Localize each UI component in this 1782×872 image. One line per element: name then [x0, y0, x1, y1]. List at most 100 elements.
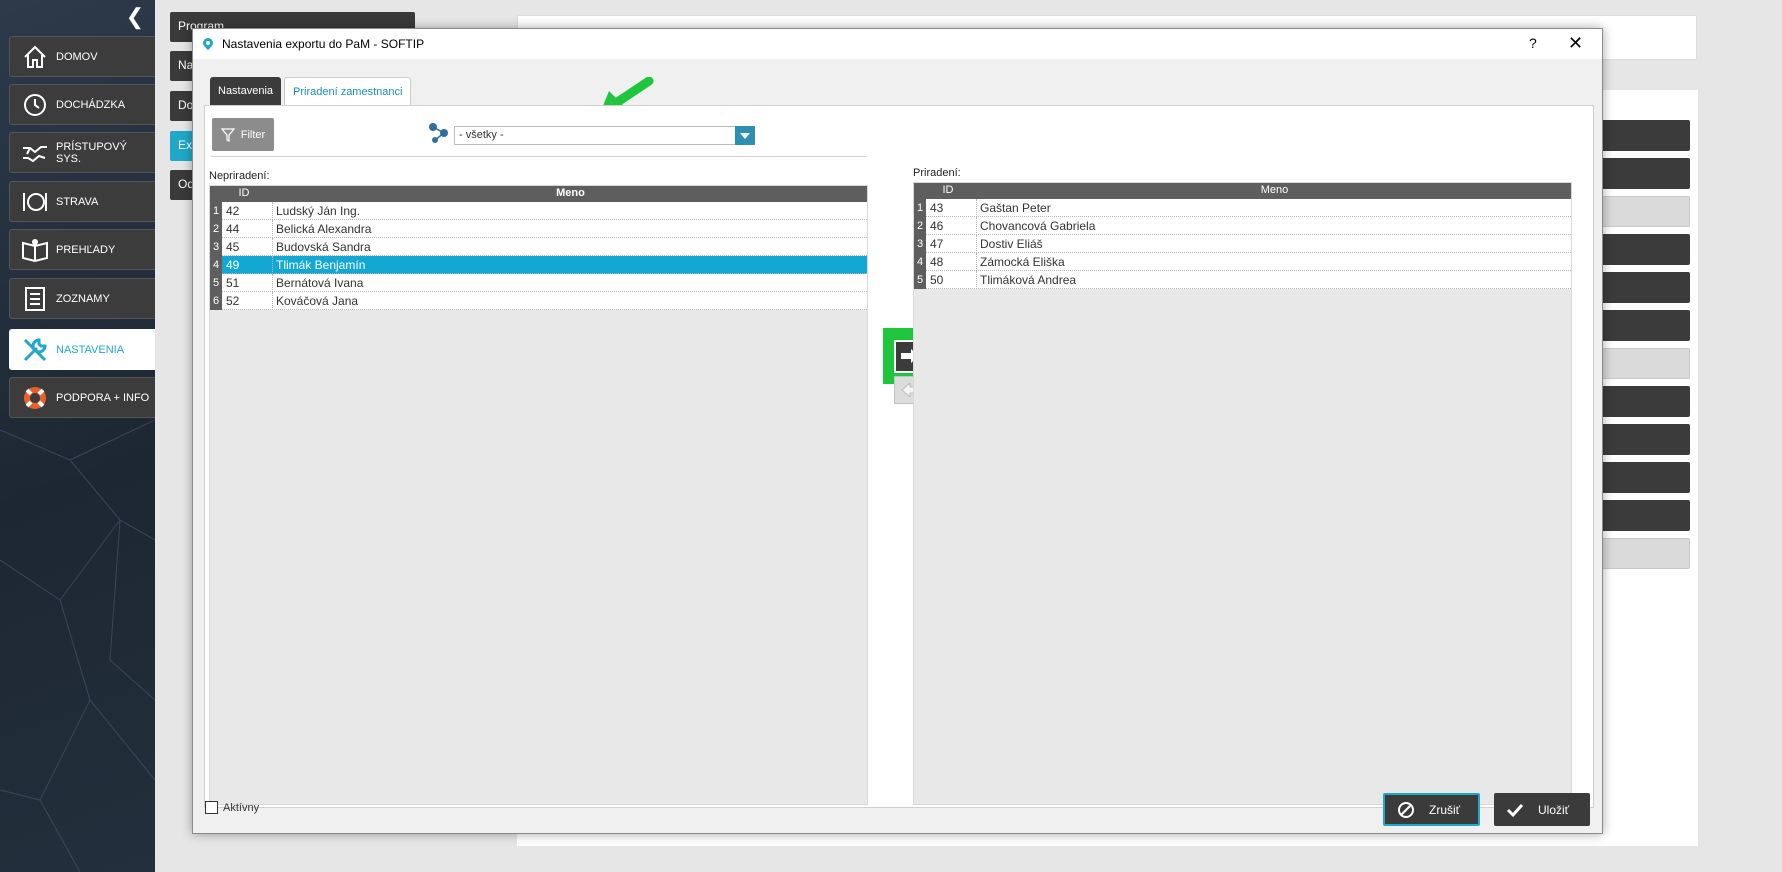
column-header-meno[interactable]: Meno: [272, 187, 869, 199]
bg-right-button[interactable]: [1598, 424, 1690, 455]
assigned-grid: ID Meno 1 43 Gaštan Peter 2 46 Chovancová Ga…: [913, 182, 1572, 805]
plate-icon: [20, 187, 50, 217]
row-id: 48: [930, 255, 944, 269]
clock-icon: [20, 90, 50, 120]
active-checkbox-label: Aktívny: [223, 801, 260, 814]
lifebuoy-icon: [20, 383, 50, 413]
row-name: Dostiv Eliáš: [980, 237, 1043, 251]
table-row[interactable]: 3 47 Dostiv Eliáš: [914, 235, 1571, 253]
tab-priradeni-zamestnanci[interactable]: Priradení zamestnanci: [284, 77, 412, 105]
row-id: 45: [226, 240, 240, 254]
table-row[interactable]: 1 43 Gaštan Peter: [914, 199, 1571, 217]
cell-divider: [272, 220, 273, 238]
table-row[interactable]: 4 48 Zámocká Eliška: [914, 253, 1571, 271]
chevron-down-icon[interactable]: [735, 126, 755, 145]
close-button[interactable]: ✕: [1568, 33, 1583, 54]
row-name: Tlimáková Andrea: [980, 273, 1077, 287]
export-settings-dialog: Nastavenia exportu do PaM - SOFTIP ? ✕ N…: [192, 28, 1603, 834]
row-name: Bernátová Ivana: [276, 276, 364, 290]
checkbox-box[interactable]: [205, 801, 218, 814]
row-id: 47: [930, 237, 944, 251]
bg-right-button[interactable]: [1598, 538, 1690, 569]
tab-nastavenia[interactable]: Nastavenia: [210, 77, 282, 105]
bg-right-button[interactable]: [1598, 462, 1690, 493]
column-header-id[interactable]: ID: [224, 187, 264, 199]
nav-prehlady[interactable]: PREHĽADY: [9, 229, 155, 270]
table-row-selected[interactable]: 4 49 Tlimák Benjamín: [210, 256, 867, 274]
save-label: Uložiť: [1538, 802, 1570, 817]
cell-divider: [976, 235, 977, 253]
cell-divider: [272, 202, 273, 220]
cancel-button[interactable]: Zrušiť: [1383, 793, 1480, 826]
row-number: 4: [210, 256, 222, 274]
nav-domov[interactable]: DOMOV: [9, 36, 155, 77]
row-name: Chovancová Gabriela: [980, 219, 1096, 233]
dialog-titlebar: Nastavenia exportu do PaM - SOFTIP ? ✕: [193, 29, 1602, 59]
bg-right-button[interactable]: [1598, 196, 1690, 227]
row-number: 2: [210, 220, 222, 238]
column-header-id[interactable]: ID: [928, 184, 968, 196]
table-row[interactable]: 2 44 Belická Alexandra: [210, 220, 867, 238]
group-select[interactable]: - všetky -: [454, 126, 755, 145]
row-number: 5: [210, 274, 222, 292]
unassigned-label: Nepriradení:: [209, 170, 270, 182]
list-icon: [20, 284, 50, 314]
group-icon: [428, 122, 450, 147]
table-row[interactable]: 5 51 Bernátová Ivana: [210, 274, 867, 292]
nav-strava[interactable]: STRAVA: [9, 181, 155, 222]
nav-zoznamy[interactable]: ZOZNAMY: [9, 278, 155, 319]
table-row[interactable]: 1 42 Ludský Ján Ing.: [210, 202, 867, 220]
nav-label: STRAVA: [56, 195, 99, 208]
save-button[interactable]: Uložiť: [1494, 793, 1590, 826]
active-checkbox[interactable]: Aktívny: [205, 801, 259, 814]
cell-divider: [272, 292, 273, 310]
bg-right-button[interactable]: [1598, 234, 1690, 265]
nav-nastavenia[interactable]: NASTAVENIA: [9, 329, 155, 370]
handshake-icon: [20, 138, 50, 168]
cell-divider: [976, 271, 977, 289]
row-name: Tlimák Benjamín: [276, 258, 366, 272]
nav-label: PRÍSTUPOVÝ SYS.: [56, 140, 127, 165]
nav-pristupovy-sys[interactable]: PRÍSTUPOVÝ SYS.: [9, 132, 155, 173]
filter-icon: [220, 127, 235, 142]
dialog-title: Nastavenia exportu do PaM - SOFTIP: [222, 37, 425, 51]
row-number: 3: [210, 238, 222, 256]
nav-label: DOCHÁDZKA: [56, 98, 126, 111]
row-id: 52: [226, 294, 240, 308]
row-name: Belická Alexandra: [276, 222, 372, 236]
table-row[interactable]: 2 46 Chovancová Gabriela: [914, 217, 1571, 235]
row-number: 1: [914, 199, 926, 217]
nav-label: PREHĽADY: [56, 243, 116, 256]
bg-right-button[interactable]: [1598, 386, 1690, 417]
wrench-icon: [20, 335, 50, 365]
nav-label: PODPORA + INFO: [56, 391, 150, 404]
bg-right-button[interactable]: [1598, 500, 1690, 531]
nav-dochadzka[interactable]: DOCHÁDZKA: [9, 84, 155, 125]
help-button[interactable]: ?: [1529, 35, 1537, 51]
bg-right-button[interactable]: [1598, 158, 1690, 189]
bg-right-button[interactable]: [1598, 120, 1690, 151]
table-row[interactable]: 5 50 Tlimáková Andrea: [914, 271, 1571, 289]
tab-content: Filter - všetky - Nepriradení: ID Meno 1…: [204, 105, 1594, 808]
cell-divider: [272, 274, 273, 292]
table-row[interactable]: 6 52 Kováčová Jana: [210, 292, 867, 310]
row-name: Gaštan Peter: [980, 201, 1051, 215]
row-name: Ludský Ján Ing.: [276, 204, 361, 218]
bg-right-button[interactable]: [1598, 310, 1690, 341]
bg-button-label: Ex: [178, 138, 193, 152]
nav-label: DOMOV: [56, 50, 98, 63]
column-header-meno[interactable]: Meno: [976, 184, 1573, 196]
row-number: 2: [914, 217, 926, 235]
nav-label: NASTAVENIA: [56, 343, 125, 356]
collapse-sidebar-icon[interactable]: ❮: [124, 6, 146, 28]
app-logo-icon: [202, 37, 214, 54]
row-number: 4: [914, 253, 926, 271]
assigned-label: Priradení:: [913, 167, 961, 179]
cancel-icon: [1398, 801, 1414, 818]
filter-button[interactable]: Filter: [212, 118, 274, 151]
bg-right-button[interactable]: [1598, 272, 1690, 303]
table-row[interactable]: 3 45 Budovská Sandra: [210, 238, 867, 256]
bg-right-button[interactable]: [1598, 348, 1690, 379]
cell-divider: [272, 238, 273, 256]
nav-podpora-info[interactable]: PODPORA + INFO: [9, 377, 155, 418]
